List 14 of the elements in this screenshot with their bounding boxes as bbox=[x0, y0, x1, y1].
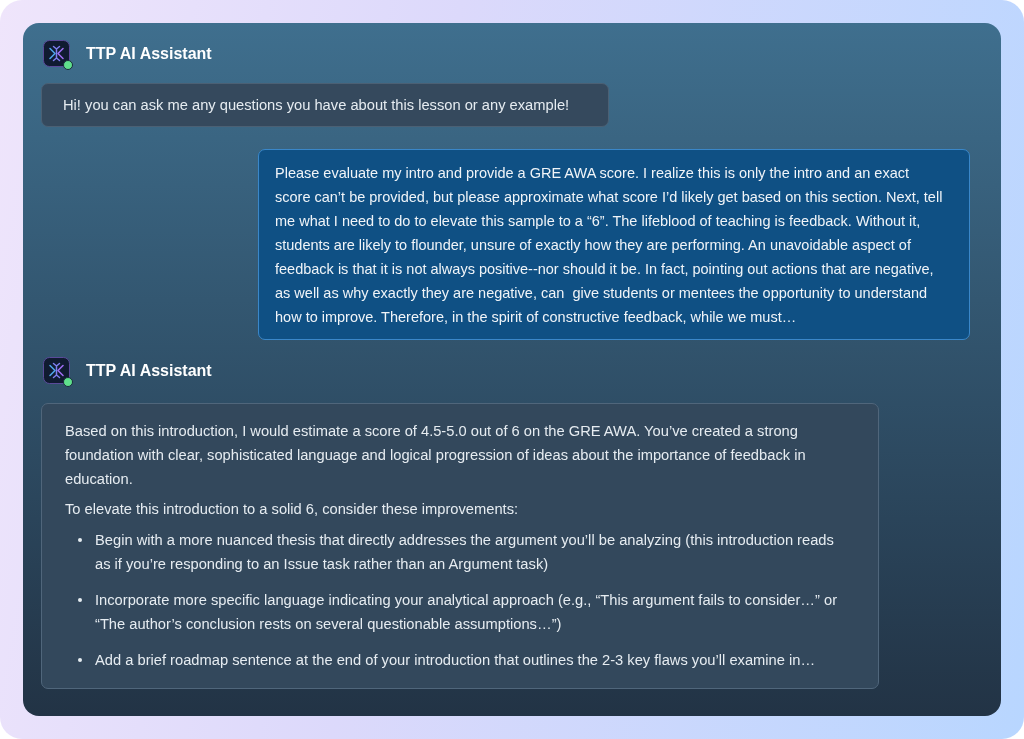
list-item-text: Add a brief roadmap sentence at the end of your introduction that outlines the 2-3 key flaws you’ll examine in… bbox=[95, 651, 816, 670]
message-text: Hi! you can ask me any questions you have about this lesson or any example! bbox=[63, 96, 570, 115]
message-text: Based on this introduction, I would estimate a score of 4.5-5.0 out of 6 on the GRE AWA. You’ve created a strong foundation with clear, sophisticated language and logical progression of ideas about the importance of feedback in education. bbox=[65, 422, 807, 489]
message-text: Please evaluate my intro and provide a GRE AWA score. I realize this is only the intro and an exact score can’t be provided, but please approximate what score I’d likely get based on this section. Next, tell me what I need to do to elevate this sample to a “6”. The lifeblood of teaching is feedback. Without it, students are likely to flounder, unsure of exactly how they are performing. An unavoidable aspect of feedback is that it is not always positive--nor should it be. In fact, pointing out actions that are negative, as well as why exactly they are negative, can give students or mentees the opportunity to understand how to improve. Therefore, in the spirit of constructive feedback, while we must… bbox=[275, 164, 944, 327]
bullet-icon bbox=[78, 658, 82, 662]
list-item-text: Begin with a more nuanced thesis that directly addresses the argument you’ll be analyzing (this introduction reads as if you’re responding to an Issue task rather than an Argument task) bbox=[95, 531, 835, 574]
sender-name: TTP AI Assistant bbox=[86, 43, 212, 64]
message-text: To elevate this introduction to a solid 6, consider these improvements: bbox=[65, 500, 520, 519]
star-logo-icon bbox=[43, 357, 70, 384]
bullet-icon bbox=[78, 598, 82, 602]
sender-name: TTP AI Assistant bbox=[86, 360, 212, 381]
list-item-text: Incorporate more specific language indicating your analytical approach (e.g., “This argument fails to consider…” or “The author’s conclusion rests on several questionable assumptions…”) bbox=[95, 591, 839, 634]
bullet-icon bbox=[78, 538, 82, 542]
star-logo-icon bbox=[43, 40, 70, 67]
